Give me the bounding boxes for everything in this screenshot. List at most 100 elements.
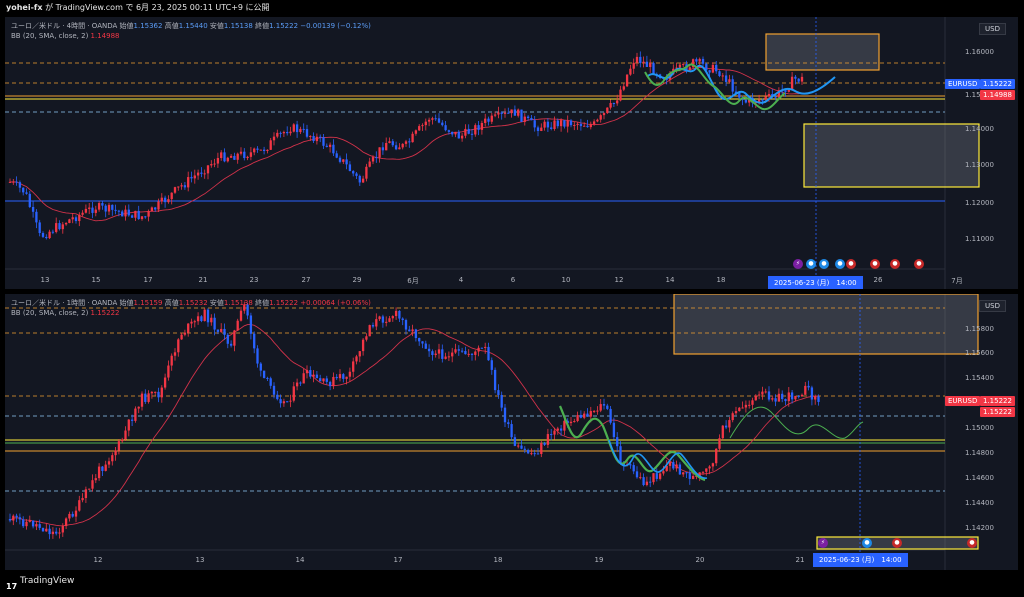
eu-flag-event-icon[interactable]: ●: [835, 259, 845, 269]
candle: [51, 527, 55, 539]
us-flag-event-icon[interactable]: ●: [914, 259, 924, 269]
candle: [84, 486, 88, 504]
candle: [88, 488, 91, 490]
candle: [64, 222, 68, 226]
candle: [540, 123, 543, 132]
candle: [365, 163, 368, 182]
candle: [163, 195, 167, 208]
candle: [236, 318, 239, 331]
candle: [711, 462, 715, 471]
candle: [45, 234, 48, 240]
candle: [576, 122, 579, 130]
candle: [163, 373, 167, 390]
chart-panel-1h[interactable]: ユーロ／米ドル · 1時間 · OANDA 始値1.15159 高値1.1523…: [5, 294, 1018, 570]
candle: [97, 201, 101, 212]
candle: [348, 161, 352, 172]
candle: [101, 466, 104, 477]
chart-canvas-1h[interactable]: [5, 294, 1018, 570]
candle: [286, 401, 289, 403]
candle: [784, 398, 787, 406]
candle: [718, 434, 721, 452]
symbol-label[interactable]: ユーロ／米ドル · 1時間 · OANDA: [11, 299, 117, 307]
candle: [454, 131, 457, 138]
candle: [391, 138, 394, 148]
author-name[interactable]: yohei-fx: [6, 3, 43, 12]
candle: [31, 201, 35, 218]
price-tick: 1.15800: [965, 325, 994, 333]
candle: [695, 57, 698, 66]
date-tick: 17: [393, 556, 403, 564]
candle: [38, 219, 41, 237]
candle: [38, 519, 41, 531]
candle: [239, 147, 243, 156]
lightning-event-icon[interactable]: ⚡: [818, 538, 828, 548]
candle: [543, 119, 546, 131]
candle: [457, 345, 460, 356]
candle: [447, 351, 451, 362]
candle: [546, 428, 550, 449]
candle: [691, 58, 695, 69]
date-tick: 18: [716, 276, 726, 284]
candle: [345, 153, 348, 170]
us-flag-event-icon[interactable]: ●: [846, 259, 856, 269]
chart-panel-4h[interactable]: ユーロ／米ドル · 4時間 · OANDA 始値1.15362 高値1.1544…: [5, 17, 1018, 289]
candle: [216, 152, 220, 168]
candle: [295, 378, 299, 391]
lightning-event-icon[interactable]: ⚡: [793, 259, 803, 269]
tradingview-logo-icon[interactable]: 17: [6, 577, 17, 597]
us-flag-event-icon[interactable]: ●: [890, 259, 900, 269]
candle: [243, 148, 246, 161]
price-tick: 1.12000: [965, 199, 994, 207]
candle: [517, 108, 520, 118]
us-flag-event-icon[interactable]: ●: [892, 538, 902, 548]
date-tick: 27: [301, 276, 311, 284]
currency-button-1h[interactable]: USD: [979, 300, 1006, 312]
candle: [111, 204, 114, 216]
eu-flag-event-icon[interactable]: ●: [819, 259, 829, 269]
indicator-legend-4h[interactable]: BB (20, SMA, close, 2) 1.14988: [11, 32, 120, 40]
eu-flag-event-icon[interactable]: ●: [862, 538, 872, 548]
candle: [385, 137, 388, 151]
crosshair-date-label: 2025-06-23 (月) 14:00: [768, 276, 863, 289]
candle: [444, 121, 447, 132]
brand-label[interactable]: TradingView: [20, 576, 74, 586]
last-price-tag: 1.15222: [980, 79, 1015, 89]
price-tick: 1.15000: [965, 424, 994, 432]
candle: [576, 411, 579, 423]
candle: [220, 150, 223, 161]
candle: [520, 439, 523, 450]
candle: [229, 340, 233, 348]
chart-canvas-4h[interactable]: [5, 17, 1018, 289]
candle: [503, 108, 507, 118]
footer-bar: 17 TradingView: [0, 571, 1024, 591]
candle: [358, 174, 361, 186]
candle: [609, 99, 612, 110]
candle: [177, 186, 180, 191]
candle: [398, 143, 401, 150]
candle: [355, 172, 358, 180]
candle: [550, 122, 553, 131]
currency-button-4h[interactable]: USD: [979, 23, 1006, 35]
candle: [55, 217, 58, 234]
candle: [160, 193, 163, 205]
candle: [642, 56, 645, 68]
candle: [203, 308, 206, 322]
candle: [510, 109, 513, 118]
candle: [292, 123, 295, 133]
candle: [566, 115, 569, 133]
candle: [579, 410, 583, 419]
candle: [536, 125, 540, 137]
candle: [616, 432, 619, 453]
indicator-legend-1h[interactable]: BB (20, SMA, close, 2) 1.15222: [11, 309, 120, 317]
candle: [25, 519, 28, 530]
date-tick: 14: [665, 276, 675, 284]
candle: [682, 472, 685, 477]
symbol-label[interactable]: ユーロ／米ドル · 4時間 · OANDA: [11, 22, 117, 30]
candle: [454, 343, 457, 354]
candle: [71, 511, 74, 518]
us-flag-event-icon[interactable]: ●: [870, 259, 880, 269]
eu-flag-event-icon[interactable]: ●: [806, 259, 816, 269]
candle: [71, 213, 74, 224]
candle: [408, 138, 411, 148]
us-flag-event-icon[interactable]: ●: [967, 538, 977, 548]
